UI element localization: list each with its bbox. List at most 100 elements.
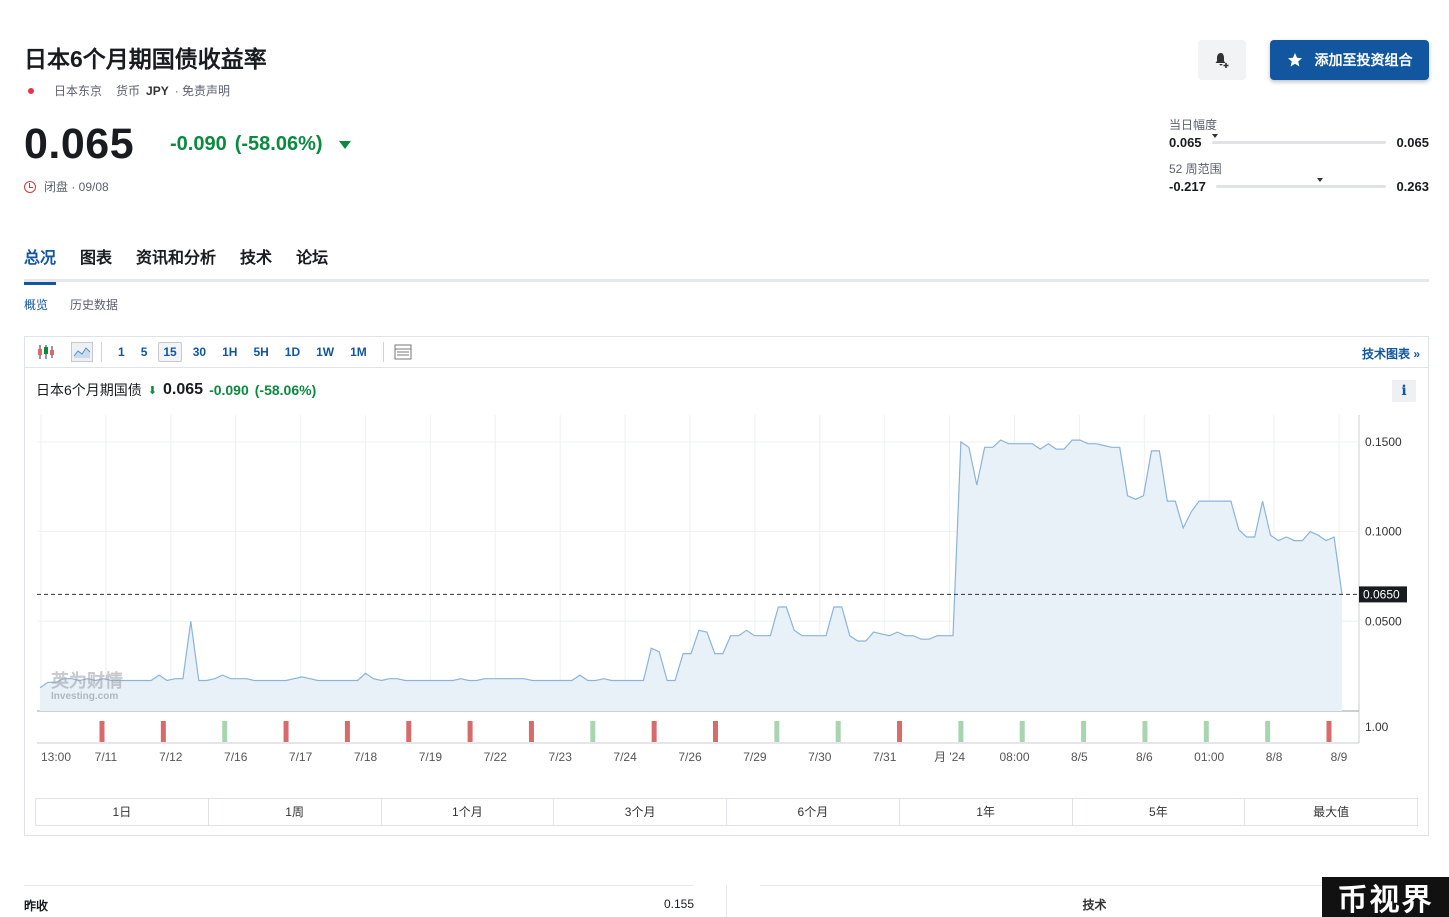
volume-bar [774,721,780,742]
tab-technical[interactable]: 技术 [240,238,272,282]
period-1d[interactable]: 1日 [36,799,209,825]
x-tick-label: 7/24 [613,750,637,764]
alert-button[interactable] [1198,40,1246,80]
legend-price: 0.065 [163,381,204,398]
tab-news[interactable]: 资讯和分析 [136,238,216,282]
x-tick-label: 7/31 [873,750,897,764]
column-divider [726,885,727,917]
subtab-summary[interactable]: 概览 [24,296,48,313]
day-range-high: 0.065 [1396,135,1429,150]
corner-watermark: 币视界 [1322,877,1449,917]
volume-bar [1265,721,1271,742]
week52-range-bar [1215,178,1387,188]
prev-close-row: 昨收 0.155 [24,885,694,914]
y-tick-label: 0.1500 [1365,435,1402,449]
legend-change-percent: (-58.06%) [254,382,317,398]
x-tick-label: 7/29 [743,750,767,764]
period-1y[interactable]: 1年 [900,799,1073,825]
week52-range-marker [1316,178,1323,182]
star-icon [1287,53,1302,67]
x-tick-label: 7/17 [289,750,313,764]
volume-bar [344,721,350,742]
main-tabs: 总况 图表 资讯和分析 技术 论坛 [24,238,1429,285]
disclaimer-link[interactable]: · 免责声明 [175,82,230,99]
volume-bar [1019,721,1025,742]
x-tick-label: 8/6 [1136,750,1153,764]
week52-range-high: 0.263 [1396,179,1429,194]
add-to-portfolio-button[interactable]: 添加至投资组合 [1270,40,1429,80]
day-range-label: 当日幅度 [1169,118,1218,132]
period-3m[interactable]: 3个月 [554,799,727,825]
down-arrow-icon [338,140,351,149]
volume-bar [160,721,166,742]
volume-bar [1142,721,1148,742]
x-tick-label: 8/5 [1071,750,1088,764]
x-tick-label: 7/19 [419,750,443,764]
period-max[interactable]: 最大值 [1245,799,1417,825]
chart-legend: 日本6个月期国债 ⬇ 0.065 -0.090 (-58.06%) [36,380,316,400]
volume-bar [528,721,534,742]
volume-bar [283,721,289,742]
x-tick-label: 8/8 [1266,750,1283,764]
volume-bar [406,721,412,742]
volume-bar [835,721,841,742]
x-tick-label: 7/12 [159,750,183,764]
info-icon[interactable]: i [1392,380,1416,402]
volume-bar [958,721,964,742]
tab-overview[interactable]: 总况 [24,238,57,285]
day-range: 当日幅度 0.065 0.065 [1169,116,1429,150]
status-text: 闭盘 · 09/08 [44,180,109,194]
add-to-portfolio-label: 添加至投资组合 [1314,52,1413,68]
day-range-low: 0.065 [1169,135,1202,150]
y-tick-label: 0.1000 [1365,525,1402,539]
y-tick-label: 0.0500 [1365,614,1402,628]
location: 日本东京 [54,84,103,98]
price-chart[interactable]: 0.1500 0.1000 0.0500 0.0650 1.00 13:00 7/11 7/1… [25,337,1428,797]
instrument-meta: 日本东京 货币 JPY · 免责声明 [24,82,230,99]
period-5y[interactable]: 5年 [1073,799,1246,825]
bell-plus-icon [1215,53,1229,68]
x-tick-label: 7/22 [484,750,508,764]
watermark-logo-en: Investing.com [51,691,118,702]
volume-bar [1081,721,1087,742]
current-price-label: 0.0650 [1363,587,1400,601]
subtab-history[interactable]: 历史数据 [70,296,118,313]
x-tick-label: 08:00 [999,750,1029,764]
currency-code: JPY [146,83,169,98]
volume-bar [1326,721,1332,742]
x-tick-label: 7/26 [678,750,702,764]
day-range-marker [1211,134,1218,138]
legend-name: 日本6个月期国债 [36,382,142,398]
volume-bar [651,721,657,742]
tab-forum[interactable]: 论坛 [296,238,328,282]
last-price: 0.065 [24,120,135,168]
volume-bar [590,721,596,742]
currency-label: 货币 [116,84,141,98]
clock-icon [24,180,36,193]
x-tick-label: 8/9 [1331,750,1348,764]
period-selector: 1日 1周 1个月 3个月 6个月 1年 5年 最大值 [35,798,1418,826]
period-1w[interactable]: 1周 [209,799,382,825]
page-title: 日本6个月期国债收益率 [24,46,267,72]
x-tick-label: 01:00 [1194,750,1224,764]
x-tick-label: 7/11 [95,750,118,764]
period-6m[interactable]: 6个月 [727,799,900,825]
volume-bar [467,721,473,742]
x-tick-label: 13:00 [41,750,71,764]
watermark-logo-cn: 英为财情 [50,670,123,692]
x-tick-label: 7/23 [549,750,573,764]
day-range-bar [1211,134,1387,144]
period-1m[interactable]: 1个月 [382,799,555,825]
prev-close-value: 0.155 [663,897,694,911]
legend-change: -0.090 [209,382,249,398]
sub-tabs: 概览 历史数据 [24,296,118,313]
price-change: -0.090 (-58.06%) [170,133,351,156]
volume-bar [713,721,718,742]
volume-bar [99,721,105,742]
week52-range-low: -0.217 [1169,179,1206,194]
market-status-dot [28,87,34,94]
tab-chart[interactable]: 图表 [80,238,112,282]
x-tick-label: 7/30 [808,750,832,764]
volume-bar [1203,721,1209,742]
change-percent: (-58.06%) [234,133,323,155]
